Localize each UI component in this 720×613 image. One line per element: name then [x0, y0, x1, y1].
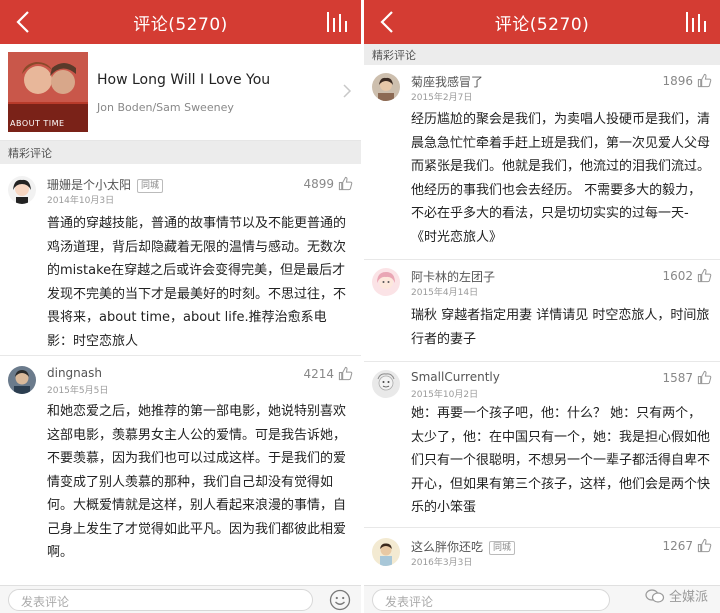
like-count[interactable]: 1587 [662, 370, 712, 385]
like-count[interactable]: 1602 [662, 268, 712, 283]
like-count[interactable]: 1896 [662, 73, 712, 88]
bars-icon[interactable] [323, 8, 351, 36]
comment-author[interactable]: dingnash [47, 366, 102, 380]
album-cover: ABOUT TIME [8, 52, 88, 132]
comment-item: 珊姗是个小太阳 同城 2014年10月3日 4899 普通的穿越技能，普通的故事情… [0, 164, 361, 356]
left-screen: 评论(5270) ABOUT TIME How Long Will I Love… [0, 0, 361, 613]
comment-date: 2015年4月14日 [411, 288, 479, 298]
location-tag: 同城 [489, 541, 516, 555]
bars-icon[interactable] [682, 8, 710, 36]
header-bar: 评论(5270) [364, 0, 720, 44]
watermark: 全媒派 [645, 586, 708, 605]
wechat-icon [645, 588, 665, 603]
comment-text: 她：再要一个孩子吧，他：什么？ 她：只有两个，太少了，他：在中国只有一个，她：我… [411, 406, 711, 515]
avatar[interactable] [372, 370, 400, 398]
location-tag: 同城 [137, 179, 164, 193]
comment-item: dingnash 2015年5月5日 4214 和她恋爱之后，她推荐的第一部电影… [0, 356, 361, 586]
avatar[interactable] [372, 73, 400, 101]
comment-date: 2016年3月3日 [411, 558, 473, 568]
avatar[interactable] [372, 538, 400, 566]
avatar[interactable] [8, 176, 36, 204]
cover-text: ABOUT TIME [10, 119, 65, 128]
page-title: 评论(5270) [494, 15, 590, 35]
comment-text: 普通的穿越技能，普通的故事情节以及不能更普通的鸡汤道理，背后却隐藏着无限的温情与… [47, 216, 347, 349]
song-card[interactable]: ABOUT TIME How Long Will I Love You Jon … [0, 44, 361, 141]
comment-text: 经历尴尬的聚会是我们，为卖唱人投硬币是我们，清晨急急忙忙牵着手赶上班是我们，第一… [411, 112, 711, 245]
thumb-up-icon[interactable] [697, 268, 712, 283]
avatar[interactable] [8, 366, 36, 394]
comment-item: 阿卡林的左团子 2015年4月14日 1602 瑞秋 穿越者指定用妻 详情请见 … [364, 260, 720, 362]
comment-author[interactable]: 阿卡林的左团子 [411, 268, 495, 285]
watermark-text: 全媒派 [668, 590, 708, 605]
comment-text: 和她恋爱之后，她推荐的第一部电影，她说特别喜欢这部电影，羡慕男女主人公的爱情。可… [47, 404, 347, 560]
thumb-up-icon[interactable] [338, 176, 353, 191]
comment-text: 瑞秋 穿越者指定用妻 详情请见 时空恋旅人，时间旅行者的妻子 [411, 308, 710, 347]
comment-item: SmallCurrently 2015年10月2日 1587 她：再要一个孩子吧… [364, 362, 720, 528]
comment-date: 2015年2月7日 [411, 93, 473, 103]
comment-input[interactable]: 发表评论 [8, 589, 313, 611]
comment-input-bar: 发表评论 [0, 585, 361, 613]
page-title: 评论(5270) [133, 15, 228, 35]
avatar[interactable] [372, 268, 400, 296]
comment-item: 菊座我感冒了 2015年2月7日 1896 经历尴尬的聚会是我们，为卖唱人投硬币… [364, 65, 720, 260]
comment-input[interactable]: 发表评论 [372, 589, 610, 611]
comment-date: 2014年10月3日 [47, 196, 115, 206]
song-title: How Long Will I Love You [97, 72, 271, 88]
comment-author[interactable]: 菊座我感冒了 [411, 73, 483, 90]
emoji-icon[interactable] [329, 589, 351, 611]
comment-date: 2015年5月5日 [47, 386, 109, 396]
like-count[interactable]: 1267 [662, 538, 712, 553]
section-header: 精彩评论 [0, 141, 361, 164]
right-screen: 评论(5270) 精彩评论 菊座我感冒了 2015年2月7日 1896 经历尴尬… [364, 0, 720, 613]
header-bar: 评论(5270) [0, 0, 361, 44]
comment-date: 2015年10月2日 [411, 390, 479, 400]
thumb-up-icon[interactable] [338, 366, 353, 381]
comment-item: 这么胖你还吃 同城 2016年3月3日 1267 [364, 528, 720, 588]
comment-author[interactable]: SmallCurrently [411, 370, 500, 384]
like-count[interactable]: 4214 [303, 366, 353, 381]
comment-author[interactable]: 这么胖你还吃 同城 [411, 538, 516, 555]
chevron-right-icon [343, 84, 352, 98]
section-header: 精彩评论 [364, 44, 720, 65]
comment-author[interactable]: 珊姗是个小太阳 同城 [47, 176, 164, 193]
song-artist: Jon Boden/Sam Sweeney [97, 101, 234, 114]
thumb-up-icon[interactable] [697, 73, 712, 88]
thumb-up-icon[interactable] [697, 370, 712, 385]
like-count[interactable]: 4899 [303, 176, 353, 191]
thumb-up-icon[interactable] [697, 538, 712, 553]
